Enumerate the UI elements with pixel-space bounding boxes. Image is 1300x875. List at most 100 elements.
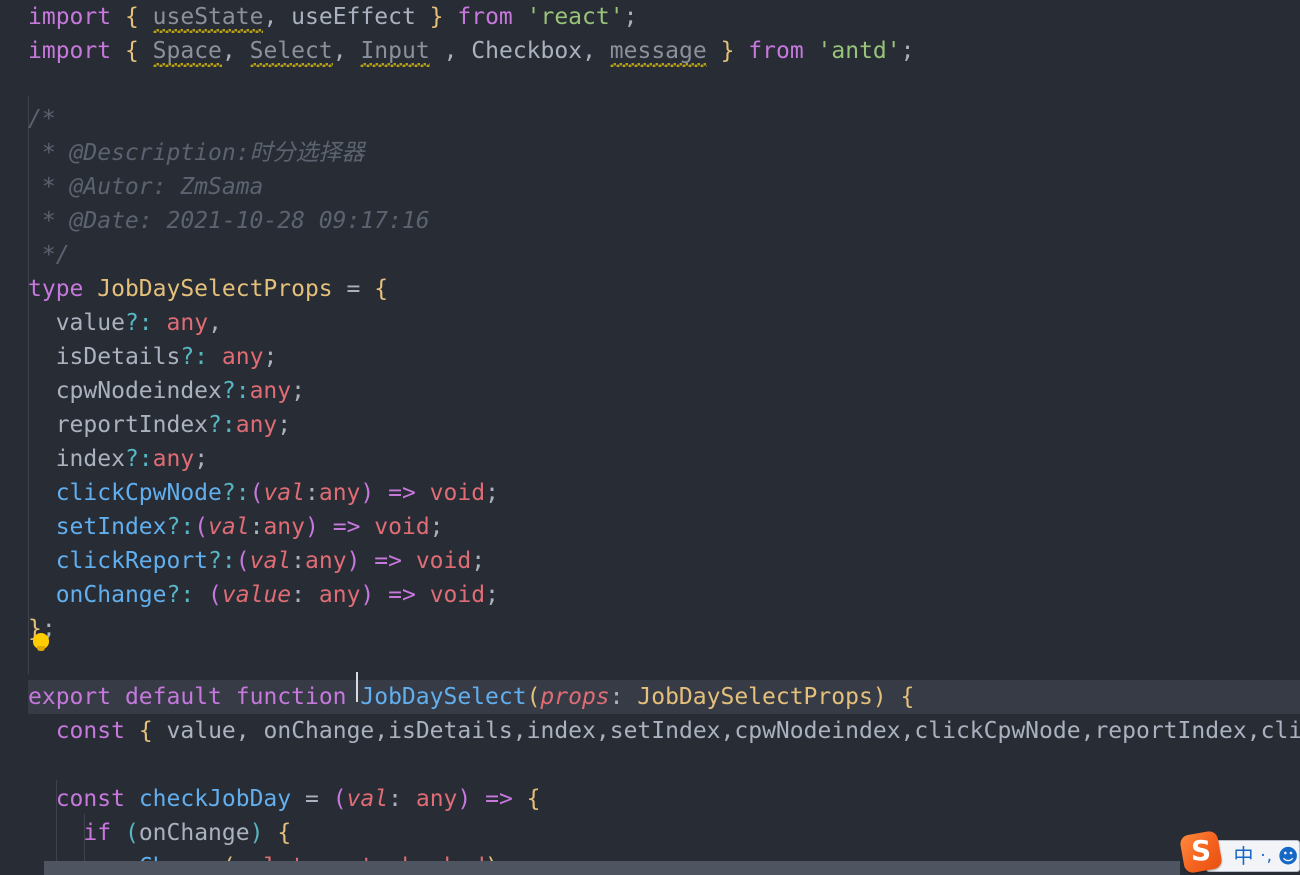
code-line[interactable]: /*	[0, 102, 1300, 136]
ime-chinese-mode-button[interactable]: 中	[1231, 841, 1256, 871]
code-line[interactable]: * @Description:时分选择器	[0, 136, 1300, 170]
code-token: ?:	[221, 480, 250, 506]
code-token: ,	[720, 718, 735, 744]
code-line[interactable]: clickReport?:(val:any) => void;	[0, 544, 1300, 578]
code-line[interactable]: import { Space, Select, Input , Checkbox…	[0, 34, 1300, 68]
code-line[interactable]: onChange?: (value: any) => void;	[0, 578, 1300, 612]
code-token: ;	[429, 514, 444, 540]
code-line[interactable]: isDetails?: any;	[0, 340, 1300, 374]
sogou-logo-icon[interactable]: S	[1178, 829, 1224, 875]
code-token: )	[249, 820, 264, 846]
code-token: * @Date: 2021-10-28 09:17:16	[28, 208, 430, 234]
code-line[interactable]	[0, 68, 1300, 102]
code-token: val	[249, 548, 292, 574]
code-line[interactable]: const { value, onChange,isDetails,index,…	[0, 714, 1300, 748]
code-line[interactable]: export default function JobDaySelect(pro…	[0, 680, 1300, 714]
code-line[interactable]: if (onChange) {	[0, 816, 1300, 850]
code-token: JobDaySelectProps	[97, 276, 333, 302]
code-token: :	[304, 480, 319, 506]
unused-import-token: Space	[152, 34, 223, 68]
code-line[interactable]	[0, 646, 1300, 680]
horizontal-scrollbar-track[interactable]	[0, 861, 1300, 875]
code-token: export	[28, 684, 112, 710]
code-token: ,	[512, 718, 527, 744]
code-token: any	[249, 378, 292, 404]
code-token: props	[540, 684, 610, 710]
code-token: =>	[332, 514, 361, 540]
code-line[interactable]: };	[0, 612, 1300, 646]
code-token: val	[346, 786, 389, 812]
code-token: :	[291, 582, 306, 608]
code-token: ,	[900, 718, 915, 744]
code-token: any	[305, 548, 347, 574]
code-token: void	[429, 480, 486, 506]
code-token: ,	[443, 38, 458, 64]
code-line[interactable]: import { useState, useEffect } from 'rea…	[0, 0, 1300, 34]
code-token: ;	[277, 412, 292, 438]
code-token: Checkbox	[471, 38, 583, 64]
code-line[interactable]: */	[0, 238, 1300, 272]
code-token: ;	[623, 4, 638, 30]
sogou-logo-letter: S	[1190, 834, 1212, 868]
code-token: value	[166, 718, 236, 744]
code-line[interactable]: type JobDaySelectProps = {	[0, 272, 1300, 306]
code-line[interactable]: clickCpwNode?:(val:any) => void;	[0, 476, 1300, 510]
code-token: any	[318, 582, 361, 608]
code-token: ,	[595, 718, 610, 744]
ime-expression-icon[interactable]: ☻	[1277, 841, 1299, 871]
code-line[interactable]: value?: any,	[0, 306, 1300, 340]
lightbulb-quick-fix-icon[interactable]	[30, 633, 52, 655]
code-token: JobDaySelectProps	[637, 684, 873, 710]
code-token: index	[55, 446, 125, 472]
code-token: {	[277, 820, 292, 846]
code-line[interactable]: * @Date: 2021-10-28 09:17:16	[0, 204, 1300, 238]
code-line[interactable]: index?:any;	[0, 442, 1300, 476]
code-line[interactable]: setIndex?:(val:any) => void;	[0, 510, 1300, 544]
code-token: ,	[1246, 718, 1261, 744]
code-token: ,	[374, 718, 389, 744]
code-token: =	[346, 276, 361, 302]
code-line[interactable]: cpwNodeindex?:any;	[0, 374, 1300, 408]
code-lines-container[interactable]: import { useState, useEffect } from 'rea…	[0, 0, 1300, 875]
code-token: (	[208, 582, 222, 608]
code-token: isDetails	[55, 344, 181, 370]
code-token: (	[124, 820, 139, 846]
code-token: )	[457, 786, 472, 812]
code-line[interactable]	[0, 748, 1300, 782]
code-token: void	[374, 514, 430, 540]
ime-punctuation-toggle[interactable]: ·,	[1256, 841, 1278, 871]
code-editor-surface[interactable]: import { useState, useEffect } from 'rea…	[0, 0, 1300, 875]
horizontal-scrollbar-thumb[interactable]	[44, 861, 1180, 875]
code-line[interactable]: const checkJobDay = (val: any) => {	[0, 782, 1300, 816]
code-token: ?:	[221, 378, 250, 404]
code-token: clickReport	[55, 548, 209, 574]
code-token: clic	[1260, 718, 1300, 744]
code-token: :	[609, 684, 624, 710]
code-token: cpwNodeindex	[55, 378, 222, 404]
code-line[interactable]: * @Autor: ZmSama	[0, 170, 1300, 204]
unused-import-token: useState	[152, 0, 263, 34]
code-token: clickCpwNode	[55, 480, 222, 506]
code-line[interactable]: reportIndex?:any;	[0, 408, 1300, 442]
code-token: ?:	[166, 514, 195, 540]
code-token: ?:	[124, 446, 153, 472]
code-token: ,	[1080, 718, 1095, 744]
code-token: any	[263, 514, 305, 540]
